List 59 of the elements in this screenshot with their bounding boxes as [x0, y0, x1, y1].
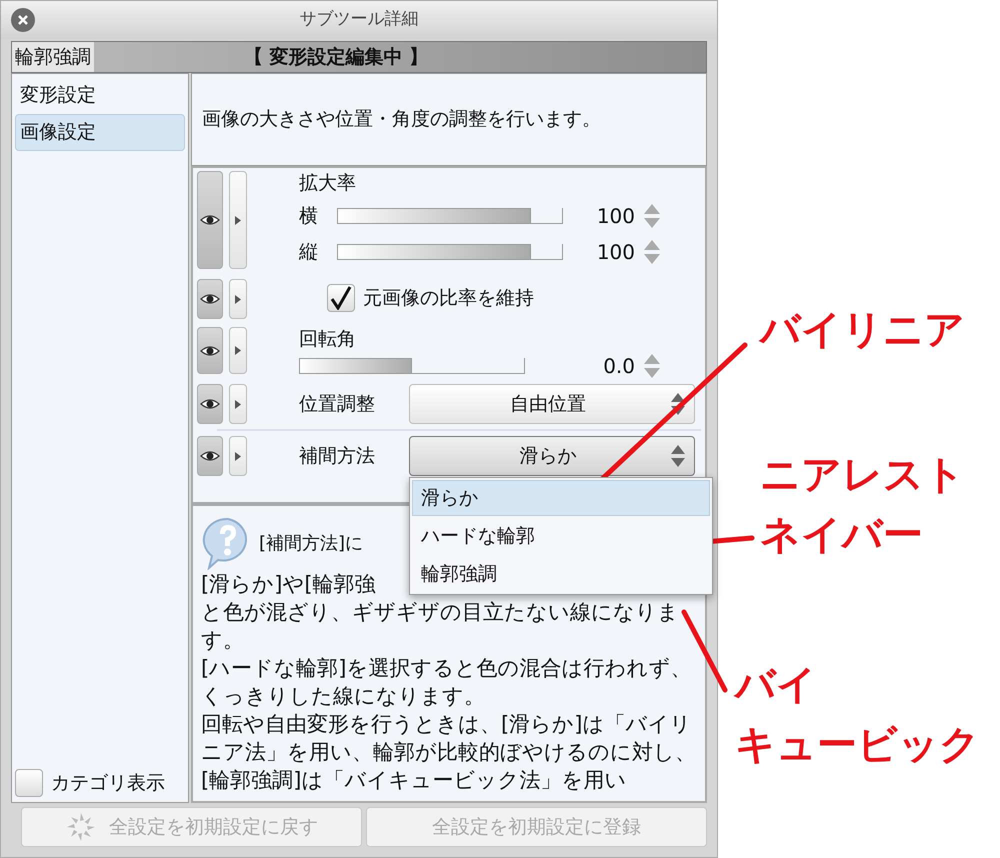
checkbox-label: カテゴリ表示: [51, 770, 165, 796]
setting-label: 位置調整: [299, 392, 376, 417]
visibility-toggle[interactable]: [197, 327, 223, 374]
handwritten-note: バイ: [735, 661, 818, 710]
handwritten-note: ニアレスト: [760, 451, 965, 500]
caret-icon: [235, 452, 241, 460]
window-title: サブツール詳細: [298, 8, 420, 32]
select-arrows-icon: [670, 392, 686, 416]
checkbox[interactable]: [327, 284, 355, 312]
tool-name: 輪郭強調: [12, 42, 94, 72]
value-text: 100: [596, 203, 635, 230]
eye-icon: [200, 450, 220, 462]
handwritten-note: キュービック: [735, 721, 980, 770]
checkbox-label: 元画像の比率を維持: [363, 286, 534, 311]
expand-button[interactable]: [229, 279, 247, 319]
sidebar-item[interactable]: 変形設定: [15, 77, 185, 114]
slider-track[interactable]: [299, 358, 525, 374]
expand-button[interactable]: [229, 384, 247, 424]
dropdown-select[interactable]: 滑らか: [409, 436, 695, 476]
slider-label: 横: [299, 204, 319, 229]
visibility-toggle[interactable]: [197, 436, 223, 476]
expand-button[interactable]: [229, 327, 247, 374]
caret-icon: [235, 294, 241, 304]
eye-icon: [200, 214, 220, 226]
dropdown-option[interactable]: 輪郭強調: [412, 556, 710, 592]
eye-icon: [200, 398, 220, 410]
help-text: [ハードな輪郭]を選択すると色の混合は行われず、くっきりした線になります。: [201, 655, 692, 710]
dropdown-select[interactable]: 自由位置: [409, 384, 695, 424]
visibility-toggle[interactable]: [197, 384, 223, 424]
visibility-toggle[interactable]: [197, 171, 223, 269]
caret-icon: [235, 216, 241, 224]
spinner-icon: [65, 811, 97, 843]
sidebar-item[interactable]: 画像設定: [15, 114, 185, 151]
checkbox[interactable]: [15, 768, 43, 797]
visibility-toggle[interactable]: [197, 279, 223, 319]
eye-icon: [200, 344, 220, 356]
eye-icon: [200, 293, 220, 305]
caret-icon: [235, 346, 241, 355]
help-text: 回転や自由変形を行うときは、[滑らか]は「バイリニア法」を用い、輪郭が比較的ぼやけるのに対し、[輪郭強調]は「バイキュービック法」を用い: [201, 711, 696, 794]
help-text: [滑らか]や[輪郭強: [201, 571, 376, 598]
checkmark-icon: [330, 286, 352, 310]
expand-button[interactable]: [229, 436, 247, 476]
caret-icon: [235, 400, 241, 408]
dropdown-option[interactable]: 滑らか: [412, 480, 710, 516]
help-title: [補間方法]に: [259, 532, 364, 556]
description-text: 画像の大きさや位置・角度の調整を行います。: [202, 107, 601, 132]
value-text: 0.0: [603, 353, 635, 380]
help-text: と色が混ざり、ギザギザの目立たない線になります。: [201, 599, 680, 654]
edit-status: 【 変形設定編集中 】: [244, 44, 428, 70]
slider-label: 縦: [299, 240, 319, 265]
handwritten-note: ネイバー: [760, 511, 924, 560]
close-button[interactable]: [11, 8, 35, 32]
setting-label: 回転角: [299, 327, 357, 351]
close-icon: [17, 14, 29, 26]
handwritten-note: バイリニア: [760, 306, 965, 355]
select-arrows-icon: [670, 444, 686, 468]
setting-label: 拡大率: [299, 171, 357, 195]
setting-label: 補間方法: [299, 444, 376, 469]
value-text: 100: [596, 239, 635, 266]
